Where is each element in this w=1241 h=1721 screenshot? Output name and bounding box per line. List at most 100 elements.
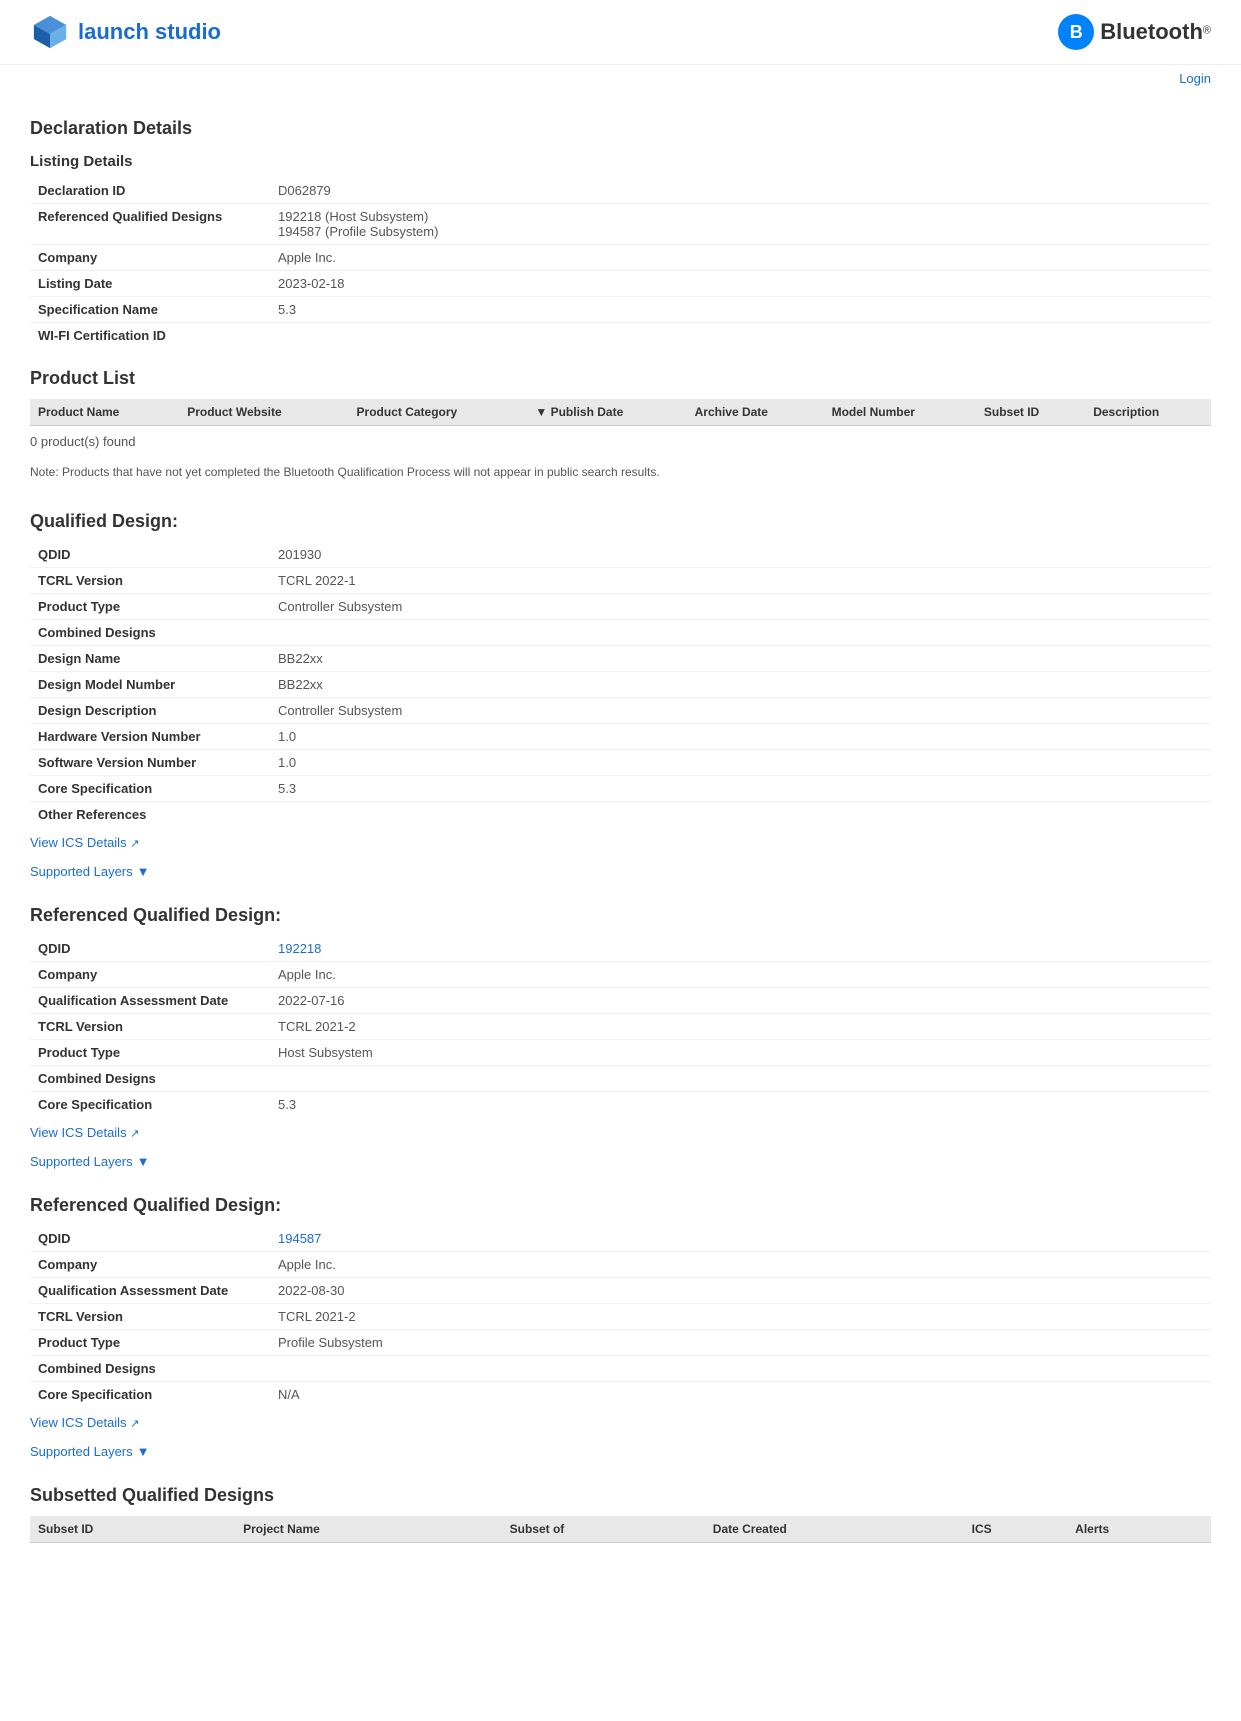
qdid-link-1[interactable]: 192218 bbox=[278, 941, 321, 956]
col-product-website: Product Website bbox=[179, 399, 348, 426]
view-ics-details-link-3[interactable]: View ICS Details ↗ bbox=[30, 1415, 139, 1430]
declaration-details-section: Declaration Details bbox=[30, 118, 1211, 139]
col-archive-date: Archive Date bbox=[687, 399, 824, 426]
bluetooth-icon: B bbox=[1058, 14, 1094, 50]
table-row: QDID 192218 bbox=[30, 936, 1211, 962]
qdid-label: QDID bbox=[30, 542, 270, 568]
qdid-link-2[interactable]: 194587 bbox=[278, 1231, 321, 1246]
product-type-label: Product Type bbox=[30, 594, 270, 620]
bluetooth-name: Bluetooth bbox=[1100, 19, 1203, 44]
col-subset-of: Subset of bbox=[502, 1516, 705, 1543]
external-link-icon-3: ↗ bbox=[130, 1418, 139, 1430]
subsetted-header-row: Subset ID Project Name Subset of Date Cr… bbox=[30, 1516, 1211, 1543]
sw-version-label: Software Version Number bbox=[30, 750, 270, 776]
external-link-icon-1: ↗ bbox=[130, 838, 139, 850]
spec-name-label: Specification Name bbox=[30, 297, 270, 323]
view-ics-label-3: View ICS Details bbox=[30, 1415, 127, 1430]
main-content: Declaration Details Listing Details Decl… bbox=[0, 92, 1241, 1573]
view-ics-details-link-1[interactable]: View ICS Details ↗ bbox=[30, 835, 139, 850]
combined-designs-label: Combined Designs bbox=[30, 1356, 270, 1382]
ref-qualified-label: Referenced Qualified Designs bbox=[30, 204, 270, 245]
product-table-header-row: Product Name Product Website Product Cat… bbox=[30, 399, 1211, 426]
core-spec-value: 5.3 bbox=[270, 1092, 1211, 1118]
combined-designs-value bbox=[270, 620, 1211, 646]
core-spec-value: N/A bbox=[270, 1382, 1211, 1408]
design-model-value: BB22xx bbox=[270, 672, 1211, 698]
design-model-label: Design Model Number bbox=[30, 672, 270, 698]
combined-designs-label: Combined Designs bbox=[30, 1066, 270, 1092]
table-row: Qualification Assessment Date 2022-08-30 bbox=[30, 1278, 1211, 1304]
ref-design-2-table: QDID 194587 Company Apple Inc. Qualifica… bbox=[30, 1226, 1211, 1407]
table-row: Design Description Controller Subsystem bbox=[30, 698, 1211, 724]
qual-assess-value: 2022-07-16 bbox=[270, 988, 1211, 1014]
design-name-value: BB22xx bbox=[270, 646, 1211, 672]
table-row: Other References bbox=[30, 802, 1211, 828]
product-type-value: Host Subsystem bbox=[270, 1040, 1211, 1066]
declaration-id-value: D062879 bbox=[270, 178, 1211, 204]
ref-qualified-design-title-1: Referenced Qualified Design: bbox=[30, 905, 1211, 926]
table-row: TCRL Version TCRL 2022-1 bbox=[30, 568, 1211, 594]
qdid-value: 194587 bbox=[270, 1226, 1211, 1252]
table-row: Referenced Qualified Designs 192218 (Hos… bbox=[30, 204, 1211, 245]
qdid-value: 192218 bbox=[270, 936, 1211, 962]
logo-area: launch studio bbox=[30, 12, 221, 52]
qual-assess-label: Qualification Assessment Date bbox=[30, 988, 270, 1014]
table-row: TCRL Version TCRL 2021-2 bbox=[30, 1014, 1211, 1040]
combined-designs-value bbox=[270, 1066, 1211, 1092]
declaration-id-label: Declaration ID bbox=[30, 178, 270, 204]
qdid-label: QDID bbox=[30, 936, 270, 962]
other-refs-value bbox=[270, 802, 1211, 828]
product-type-label: Product Type bbox=[30, 1040, 270, 1066]
wifi-cert-label: WI-FI Certification ID bbox=[30, 323, 270, 349]
ref-qualified-value: 192218 (Host Subsystem) 194587 (Profile … bbox=[270, 204, 1211, 245]
table-row: WI-FI Certification ID bbox=[30, 323, 1211, 349]
subsetted-title: Subsetted Qualified Designs bbox=[30, 1485, 1211, 1506]
product-list-title: Product List bbox=[30, 368, 1211, 389]
listing-date-value: 2023-02-18 bbox=[270, 271, 1211, 297]
col-ics: ICS bbox=[964, 1516, 1068, 1543]
table-row: Company Apple Inc. bbox=[30, 962, 1211, 988]
table-row: Core Specification 5.3 bbox=[30, 776, 1211, 802]
combined-designs-value bbox=[270, 1356, 1211, 1382]
sw-version-value: 1.0 bbox=[270, 750, 1211, 776]
table-row: Core Specification 5.3 bbox=[30, 1092, 1211, 1118]
tcrl-value: TCRL 2021-2 bbox=[270, 1304, 1211, 1330]
table-row: Listing Date 2023-02-18 bbox=[30, 271, 1211, 297]
product-type-value: Controller Subsystem bbox=[270, 594, 1211, 620]
logo-text: launch studio bbox=[78, 19, 221, 45]
company-value: Apple Inc. bbox=[270, 962, 1211, 988]
supported-layers-btn-1[interactable]: Supported Layers ▼ bbox=[30, 858, 150, 885]
supported-layers-btn-3[interactable]: Supported Layers ▼ bbox=[30, 1438, 150, 1465]
products-note: Note: Products that have not yet complet… bbox=[30, 457, 1211, 495]
table-row: Qualification Assessment Date 2022-07-16 bbox=[30, 988, 1211, 1014]
login-link[interactable]: Login bbox=[1179, 71, 1211, 86]
table-row: Combined Designs bbox=[30, 620, 1211, 646]
tcrl-label: TCRL Version bbox=[30, 1014, 270, 1040]
ref-qualified-design-title-2: Referenced Qualified Design: bbox=[30, 1195, 1211, 1216]
table-row: Declaration ID D062879 bbox=[30, 178, 1211, 204]
ref-design-1: 192218 (Host Subsystem) bbox=[278, 209, 1203, 224]
design-desc-label: Design Description bbox=[30, 698, 270, 724]
view-ics-details-link-2[interactable]: View ICS Details ↗ bbox=[30, 1125, 139, 1140]
product-list-table: Product Name Product Website Product Cat… bbox=[30, 399, 1211, 426]
supported-layers-btn-2[interactable]: Supported Layers ▼ bbox=[30, 1148, 150, 1175]
table-row: Company Apple Inc. bbox=[30, 245, 1211, 271]
tcrl-label: TCRL Version bbox=[30, 1304, 270, 1330]
company-value: Apple Inc. bbox=[270, 1252, 1211, 1278]
col-subset-id: Subset ID bbox=[976, 399, 1085, 426]
chevron-down-icon-1: ▼ bbox=[137, 864, 150, 879]
combined-designs-label: Combined Designs bbox=[30, 620, 270, 646]
supported-layers-label-3: Supported Layers bbox=[30, 1444, 133, 1459]
company-label: Company bbox=[30, 962, 270, 988]
qdid-value: 201930 bbox=[270, 542, 1211, 568]
products-found-text: 0 product(s) found bbox=[30, 426, 1211, 457]
bluetooth-brand-text: Bluetooth® bbox=[1100, 19, 1211, 45]
col-publish-date[interactable]: ▼ Publish Date bbox=[527, 399, 686, 426]
design-name-label: Design Name bbox=[30, 646, 270, 672]
chevron-down-icon-2: ▼ bbox=[137, 1154, 150, 1169]
col-description: Description bbox=[1085, 399, 1211, 426]
view-ics-label-2: View ICS Details bbox=[30, 1125, 127, 1140]
product-list-section: Product List Product Name Product Websit… bbox=[30, 368, 1211, 495]
table-row: Combined Designs bbox=[30, 1356, 1211, 1382]
company-value: Apple Inc. bbox=[270, 245, 1211, 271]
